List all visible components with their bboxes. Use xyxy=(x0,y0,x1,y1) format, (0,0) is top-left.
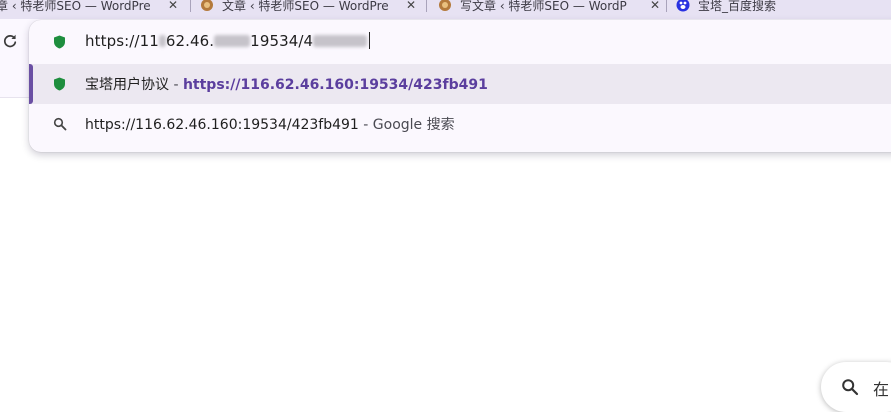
tab-separator xyxy=(190,0,191,12)
tab-posts-1[interactable]: 章 ‹ 特老师SEO — WordPre ✕ xyxy=(0,0,182,17)
text-caret xyxy=(369,32,371,49)
redacted-text xyxy=(214,35,251,47)
url-prefix: https://11 xyxy=(85,32,159,50)
suggestion-engine: - Google 搜索 xyxy=(358,117,455,133)
search-pill-label: 在 xyxy=(873,380,890,399)
baidu-paw-icon xyxy=(676,0,690,12)
tab-title: 宝塔_百度搜索 xyxy=(698,0,777,13)
redacted-text xyxy=(158,35,166,47)
suggestion-search[interactable]: https://116.62.46.160:19534/423fb491 - G… xyxy=(29,104,891,144)
tab-posts-2[interactable]: 文章 ‹ 特老师SEO — WordPre ✕ xyxy=(200,0,420,17)
address-bar-text: https://11 62.46. 19534/4 xyxy=(85,32,371,50)
tab-strip: 章 ‹ 特老师SEO — WordPre ✕ 文章 ‹ 特老师SEO — Wor… xyxy=(0,0,891,19)
suggestion-text: https://116.62.46.160:19534/423fb491 - G… xyxy=(85,114,455,134)
floating-search-pill[interactable]: 在 xyxy=(821,362,891,412)
close-icon[interactable]: ✕ xyxy=(406,0,416,12)
reload-icon[interactable] xyxy=(2,33,18,49)
address-bar-input[interactable]: https://11 62.46. 19534/4 xyxy=(29,20,891,64)
tab-new-post[interactable]: 写文章 ‹ 特老师SEO — WordP ✕ xyxy=(438,0,664,17)
url-host-part: 62.46. xyxy=(165,32,215,50)
tab-separator xyxy=(666,0,667,12)
suggestion-title: 宝塔用户协议 xyxy=(85,77,169,93)
site-favicon-icon xyxy=(439,0,451,11)
omnibox-dropdown: https://11 62.46. 19534/4 宝塔用户协议 - https:/… xyxy=(29,20,891,152)
redacted-text xyxy=(313,35,368,47)
shield-icon xyxy=(54,35,65,49)
suggestion-url: https://116.62.46.160:19534/423fb491 xyxy=(182,77,488,93)
search-icon xyxy=(842,379,859,396)
tab-separator xyxy=(426,0,427,12)
close-icon[interactable]: ✕ xyxy=(168,0,178,12)
site-favicon-icon xyxy=(201,0,213,11)
tab-title: 写文章 ‹ 特老师SEO — WordP xyxy=(460,0,627,13)
search-icon xyxy=(53,117,67,131)
tab-title: 章 ‹ 特老师SEO — WordPre xyxy=(0,0,151,13)
close-icon[interactable]: ✕ xyxy=(650,0,660,12)
suggestion-bookmark[interactable]: 宝塔用户协议 - https://116.62.46.160:19534/423… xyxy=(29,64,891,104)
tab-baidu-search[interactable]: 宝塔_百度搜索 xyxy=(676,0,891,17)
tab-title: 文章 ‹ 特老师SEO — WordPre xyxy=(222,0,389,13)
suggestion-separator: - xyxy=(169,77,183,93)
suggestion-text: 宝塔用户协议 - https://116.62.46.160:19534/423… xyxy=(85,74,488,94)
url-port-part: 19534/4 xyxy=(250,32,314,50)
shield-icon xyxy=(54,77,65,91)
suggestion-query: https://116.62.46.160:19534/423fb491 xyxy=(85,117,359,133)
